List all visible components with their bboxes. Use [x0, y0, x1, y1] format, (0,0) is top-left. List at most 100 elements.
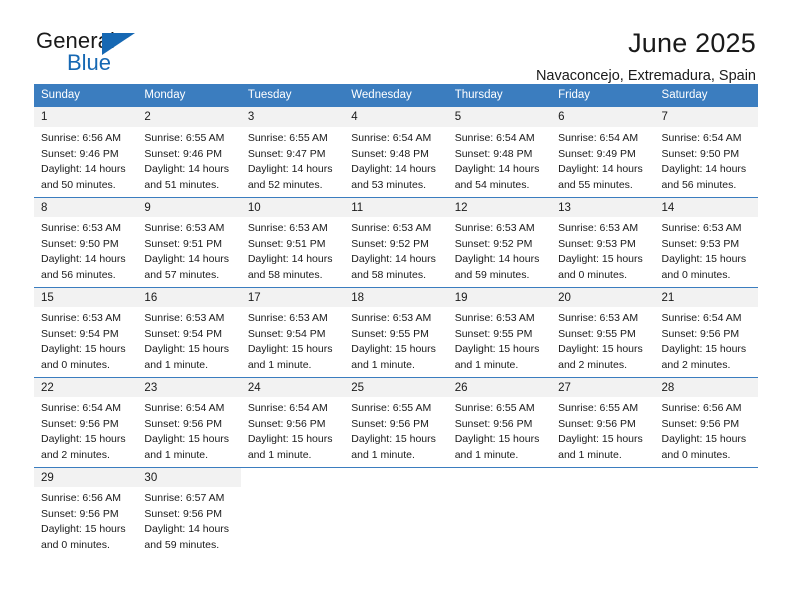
day-details: Sunrise: 6:55 AM Sunset: 9:56 PM Daylight:… — [448, 397, 551, 463]
day-number: 7 — [654, 107, 758, 127]
calendar-day-cell[interactable]: 13 Sunrise: 6:53 AM Sunset: 9:53 PM Dayligh… — [551, 197, 655, 287]
sunrise-text: Sunrise: 6:54 AM — [661, 132, 742, 144]
day-number: 10 — [240, 197, 345, 217]
day-number: 27 — [551, 377, 655, 397]
calendar-day-cell[interactable]: 19 Sunrise: 6:53 AM Sunset: 9:55 PM Dayligh… — [447, 287, 552, 377]
day-number: 9 — [137, 197, 241, 217]
daylight-text-line2: and 52 minutes. — [247, 178, 323, 191]
day-number: 16 — [137, 287, 241, 307]
calendar-day-cell[interactable]: 28 Sunrise: 6:56 AM Sunset: 9:56 PM Dayligh… — [654, 377, 758, 467]
sunset-text: Sunset: 9:49 PM — [558, 147, 636, 160]
calendar-day-cell[interactable]: 5 Sunrise: 6:54 AM Sunset: 9:48 PM Daylight… — [447, 107, 552, 197]
day-number: 12 — [447, 197, 552, 217]
day-number: 6 — [551, 107, 655, 127]
daylight-text-line1: Daylight: 15 hours — [558, 433, 643, 446]
calendar-day-cell[interactable]: 14 Sunrise: 6:53 AM Sunset: 9:53 PM Dayligh… — [654, 197, 758, 287]
day-cell-inner — [344, 467, 448, 557]
calendar-day-cell[interactable]: 25 Sunrise: 6:55 AM Sunset: 9:56 PM Dayligh… — [344, 377, 448, 467]
day-details: Sunrise: 6:53 AM Sunset: 9:54 PM Daylight:… — [241, 307, 344, 373]
sunrise-text: Sunrise: 6:54 AM — [661, 312, 742, 324]
day-cell-inner: 21 Sunrise: 6:54 AM Sunset: 9:56 PM Dayligh… — [654, 287, 758, 377]
sunset-text: Sunset: 9:54 PM — [41, 327, 119, 340]
calendar-day-cell[interactable]: 17 Sunrise: 6:53 AM Sunset: 9:54 PM Dayligh… — [240, 287, 345, 377]
calendar-day-cell[interactable]: 29 Sunrise: 6:56 AM Sunset: 9:56 PM Dayligh… — [34, 467, 138, 557]
calendar-day-cell[interactable]: 27 Sunrise: 6:55 AM Sunset: 9:56 PM Dayligh… — [551, 377, 655, 467]
day-cell-inner: 17 Sunrise: 6:53 AM Sunset: 9:54 PM Dayligh… — [240, 287, 345, 377]
sunrise-text: Sunrise: 6:57 AM — [144, 492, 225, 504]
calendar-day-cell[interactable]: 20 Sunrise: 6:53 AM Sunset: 9:55 PM Dayligh… — [551, 287, 655, 377]
calendar-day-cell[interactable]: 24 Sunrise: 6:54 AM Sunset: 9:56 PM Dayligh… — [240, 377, 345, 467]
day-cell-inner — [240, 467, 345, 557]
daylight-text-line1: Daylight: 14 hours — [247, 253, 333, 266]
calendar-day-cell[interactable]: 6 Sunrise: 6:54 AM Sunset: 9:49 PM Daylight… — [551, 107, 655, 197]
calendar-day-cell[interactable]: 15 Sunrise: 6:53 AM Sunset: 9:54 PM Dayligh… — [34, 287, 138, 377]
sunset-text: Sunset: 9:55 PM — [558, 327, 636, 340]
daylight-text-line1: Daylight: 15 hours — [247, 433, 333, 446]
day-details: Sunrise: 6:53 AM Sunset: 9:50 PM Daylight:… — [34, 217, 137, 283]
daylight-text-line2: and 1 minute. — [351, 448, 415, 461]
calendar-day-cell[interactable]: 9 Sunrise: 6:53 AM Sunset: 9:51 PM Daylight… — [137, 197, 241, 287]
weekday-header-monday: Monday — [137, 84, 241, 107]
day-details: Sunrise: 6:54 AM Sunset: 9:50 PM Daylight:… — [655, 127, 758, 193]
logo-text-blue: Blue — [67, 50, 112, 75]
sunset-text: Sunset: 9:46 PM — [144, 147, 223, 160]
day-cell-inner — [551, 467, 655, 557]
daylight-text-line1: Daylight: 15 hours — [144, 343, 230, 356]
daylight-text-line2: and 51 minutes. — [144, 178, 220, 191]
calendar-day-cell[interactable]: 30 Sunrise: 6:57 AM Sunset: 9:56 PM Dayligh… — [137, 467, 241, 557]
sunset-text: Sunset: 9:53 PM — [558, 237, 636, 250]
daylight-text-line2: and 0 minutes. — [558, 268, 627, 281]
calendar-day-cell[interactable]: 21 Sunrise: 6:54 AM Sunset: 9:56 PM Dayligh… — [654, 287, 758, 377]
calendar-day-cell[interactable]: 1 Sunrise: 6:56 AM Sunset: 9:46 PM Daylight… — [34, 107, 138, 197]
day-details: Sunrise: 6:55 AM Sunset: 9:56 PM Daylight:… — [551, 397, 654, 463]
day-details: Sunrise: 6:57 AM Sunset: 9:56 PM Daylight:… — [137, 487, 240, 553]
day-cell-inner: 25 Sunrise: 6:55 AM Sunset: 9:56 PM Dayligh… — [344, 377, 448, 467]
calendar-day-cell[interactable]: 3 Sunrise: 6:55 AM Sunset: 9:47 PM Daylight… — [240, 107, 345, 197]
calendar-day-cell[interactable]: 18 Sunrise: 6:53 AM Sunset: 9:55 PM Dayligh… — [344, 287, 448, 377]
calendar-day-cell[interactable]: 12 Sunrise: 6:53 AM Sunset: 9:52 PM Dayligh… — [447, 197, 552, 287]
daylight-text-line2: and 2 minutes. — [661, 358, 731, 371]
calendar-day-cell[interactable]: 2 Sunrise: 6:55 AM Sunset: 9:46 PM Daylight… — [137, 107, 241, 197]
sunset-text: Sunset: 9:56 PM — [41, 507, 119, 520]
calendar-day-cell[interactable]: 7 Sunrise: 6:54 AM Sunset: 9:50 PM Daylight… — [654, 107, 758, 197]
day-number: 20 — [551, 287, 655, 307]
daylight-text-line2: and 56 minutes. — [41, 268, 116, 281]
sunset-text: Sunset: 9:47 PM — [247, 147, 326, 160]
sunset-text: Sunset: 9:56 PM — [41, 417, 119, 430]
day-number: 24 — [240, 377, 345, 397]
daylight-text-line1: Daylight: 14 hours — [454, 253, 540, 266]
daylight-text-line2: and 1 minute. — [454, 358, 519, 371]
day-details: Sunrise: 6:54 AM Sunset: 9:56 PM Daylight:… — [137, 397, 240, 463]
daylight-text-line2: and 1 minute. — [144, 358, 209, 371]
daylight-text-line1: Daylight: 14 hours — [144, 163, 230, 176]
day-cell-inner: 23 Sunrise: 6:54 AM Sunset: 9:56 PM Dayligh… — [137, 377, 241, 467]
day-number: 29 — [34, 467, 138, 487]
calendar-day-cell[interactable]: 22 Sunrise: 6:54 AM Sunset: 9:56 PM Dayligh… — [34, 377, 138, 467]
day-details — [551, 487, 654, 491]
sunset-text: Sunset: 9:56 PM — [144, 507, 223, 520]
calendar-day-cell[interactable]: 26 Sunrise: 6:55 AM Sunset: 9:56 PM Dayligh… — [447, 377, 552, 467]
calendar-day-cell[interactable]: 23 Sunrise: 6:54 AM Sunset: 9:56 PM Dayligh… — [137, 377, 241, 467]
calendar-day-cell[interactable]: 4 Sunrise: 6:54 AM Sunset: 9:48 PM Daylight… — [344, 107, 448, 197]
calendar-day-cell[interactable]: 8 Sunrise: 6:53 AM Sunset: 9:50 PM Daylight… — [34, 197, 138, 287]
daylight-text-line2: and 59 minutes. — [454, 268, 530, 281]
weekday-header-friday: Friday — [551, 84, 655, 107]
day-cell-inner: 7 Sunrise: 6:54 AM Sunset: 9:50 PM Daylight… — [654, 107, 758, 197]
daylight-text-line1: Daylight: 14 hours — [661, 163, 747, 176]
day-details: Sunrise: 6:54 AM Sunset: 9:48 PM Daylight:… — [448, 127, 551, 193]
calendar-day-cell[interactable]: 10 Sunrise: 6:53 AM Sunset: 9:51 PM Dayligh… — [240, 197, 345, 287]
daylight-text-line1: Daylight: 14 hours — [144, 253, 230, 266]
calendar-day-cell[interactable]: 11 Sunrise: 6:53 AM Sunset: 9:52 PM Dayligh… — [344, 197, 448, 287]
calendar-day-cell[interactable]: 16 Sunrise: 6:53 AM Sunset: 9:54 PM Dayligh… — [137, 287, 241, 377]
daylight-text-line2: and 58 minutes. — [247, 268, 323, 281]
sunrise-text: Sunrise: 6:55 AM — [144, 132, 225, 144]
day-number: 3 — [240, 107, 345, 127]
sunrise-text: Sunrise: 6:53 AM — [661, 222, 742, 234]
daylight-text-line2: and 2 minutes. — [41, 448, 110, 461]
day-cell-inner: 9 Sunrise: 6:53 AM Sunset: 9:51 PM Daylight… — [137, 197, 241, 287]
sunset-text: Sunset: 9:56 PM — [661, 327, 740, 340]
sunset-text: Sunset: 9:54 PM — [247, 327, 326, 340]
sunrise-text: Sunrise: 6:54 AM — [558, 132, 639, 144]
sunrise-text: Sunrise: 6:54 AM — [41, 402, 121, 414]
day-details — [448, 487, 551, 491]
